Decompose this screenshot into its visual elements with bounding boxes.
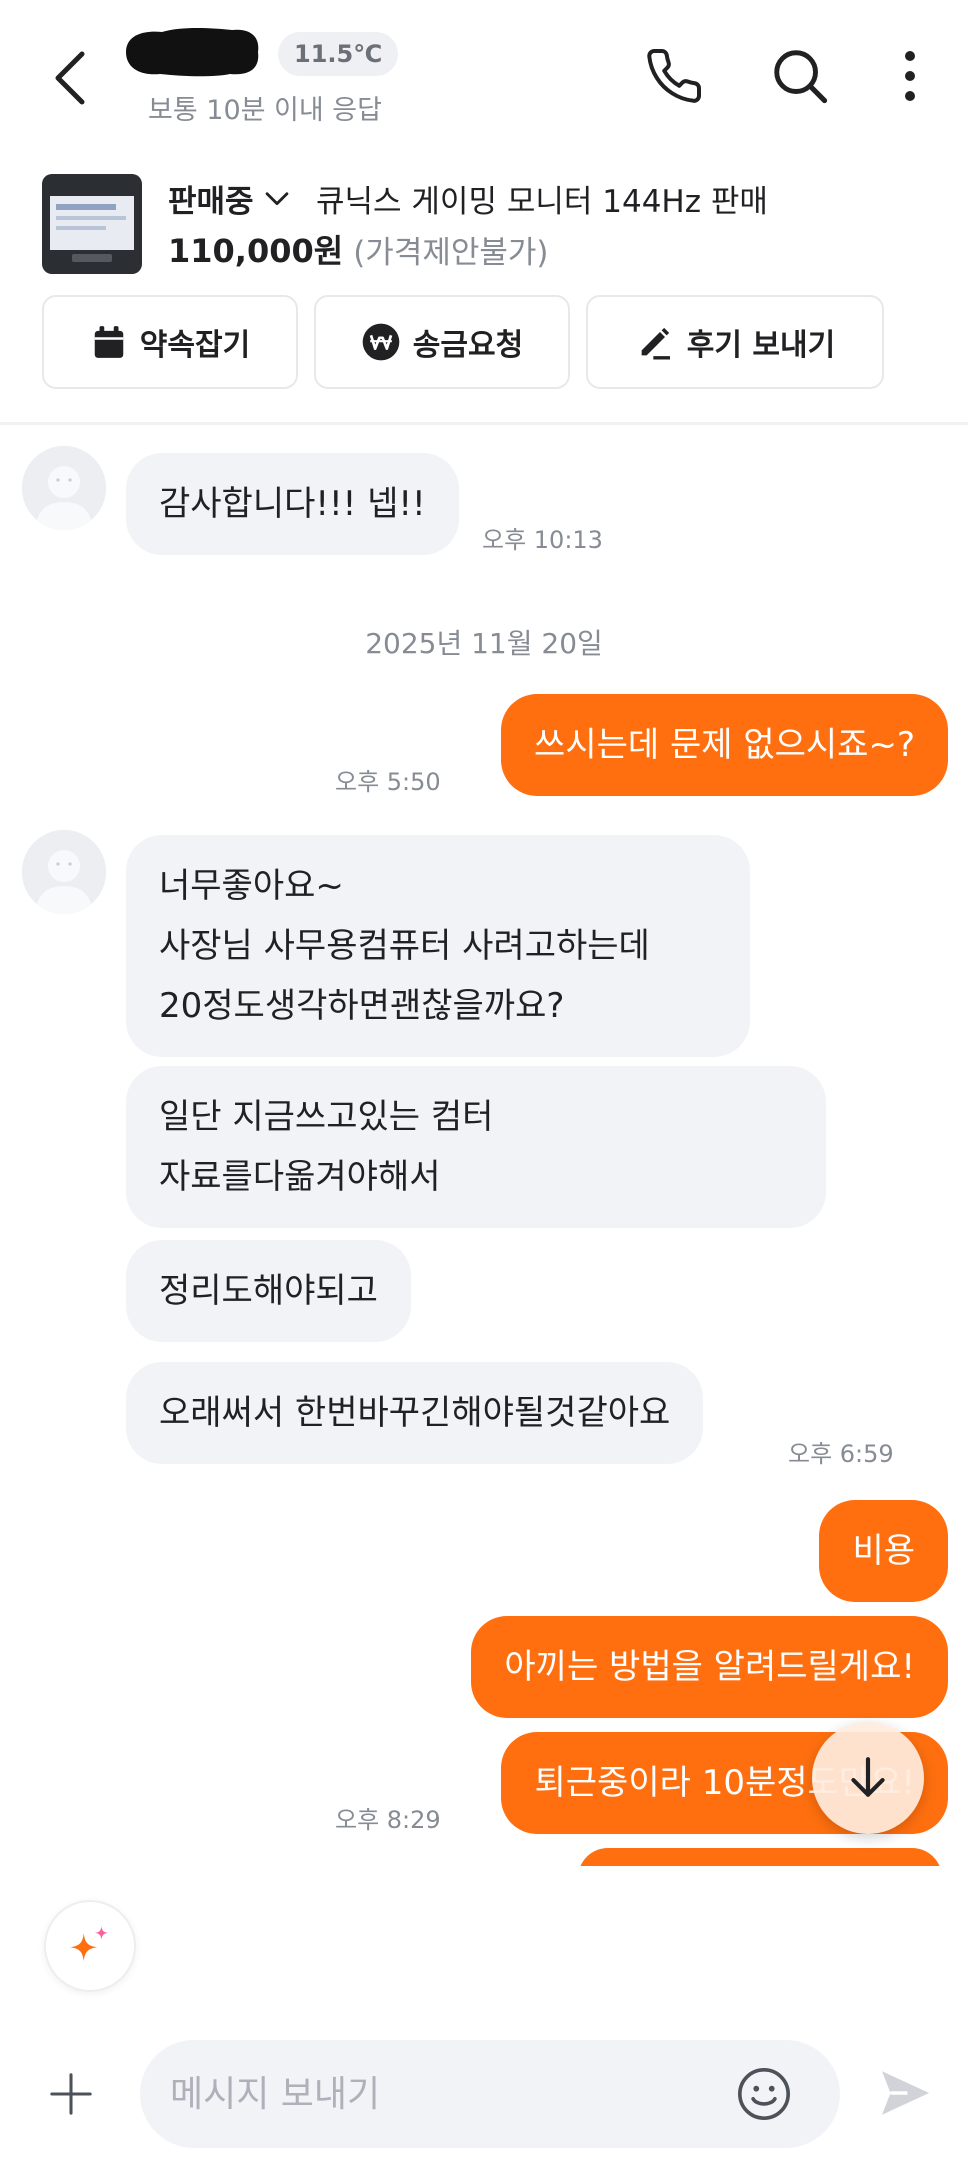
partner-avatar[interactable] xyxy=(22,446,106,530)
call-button[interactable] xyxy=(636,38,712,114)
product-thumbnail[interactable] xyxy=(42,174,142,274)
schedule-button-label: 약속잡기 xyxy=(139,328,251,363)
message-line: 일단 지금쓰고있는 컴터 xyxy=(159,1097,494,1137)
schedule-button[interactable]: 약속잡기 xyxy=(42,295,298,389)
message-bubble-outgoing[interactable]: 비용 xyxy=(819,1500,948,1602)
message-timestamp: 오후 5:50 xyxy=(335,768,441,796)
product-title[interactable]: 큐닉스 게이밍 모니터 144Hz 판매 xyxy=(316,174,768,222)
message-bubble-outgoing-partial[interactable] xyxy=(578,1848,942,1866)
arrow-down-icon xyxy=(851,1757,885,1797)
send-arrow-icon xyxy=(882,2071,930,2115)
default-profile-icon xyxy=(22,830,106,914)
message-timestamp: 오후 8:29 xyxy=(335,1806,441,1834)
scroll-to-bottom-button[interactable] xyxy=(812,1722,924,1834)
ai-assist-button[interactable] xyxy=(44,1900,136,1992)
message-bubble-incoming[interactable]: 오래써서 한번바꾸긴해야될것같아요 xyxy=(126,1362,704,1464)
message-line: 사장님 사무용컴퓨터 사려고하는데 xyxy=(159,926,650,966)
message-bubble-outgoing[interactable]: 아끼는 방법을 알려드릴게요! xyxy=(471,1616,948,1718)
emoji-button[interactable] xyxy=(734,2064,794,2124)
message-line: 20정도생각하면괜찮을까요? xyxy=(159,986,565,1026)
sale-status-dropdown[interactable]: 판매중 xyxy=(168,174,294,222)
manner-temperature-badge: 11.5℃ xyxy=(278,32,399,76)
won-coin-icon xyxy=(362,323,400,361)
send-review-label: 후기 보내기 xyxy=(686,328,836,363)
chat-message-list[interactable]: 감사합니다!!! 넵!! 오후 10:13 2025년 11월 20일 오후 5… xyxy=(0,426,968,1866)
default-profile-icon xyxy=(22,446,106,530)
message-bubble-incoming[interactable]: 너무좋아요~ 사장님 사무용컴퓨터 사려고하는데 20정도생각하면괜찮을까요? xyxy=(126,835,750,1057)
phone-icon xyxy=(647,49,702,103)
date-separator: 2025년 11월 20일 xyxy=(365,627,603,660)
more-button[interactable] xyxy=(872,38,948,114)
plus-icon xyxy=(50,2073,92,2115)
sparkle-icon xyxy=(70,1926,109,1961)
message-timestamp: 오후 6:59 xyxy=(788,1440,894,1468)
message-bubble-incoming[interactable]: 감사합니다!!! 넵!! xyxy=(126,453,459,555)
smiley-icon xyxy=(738,2068,790,2120)
remittance-request-label: 송금요청 xyxy=(412,328,524,363)
message-bubble-incoming[interactable]: 정리도해야되고 xyxy=(126,1240,411,1342)
partner-avatar[interactable] xyxy=(22,830,106,914)
header-divider xyxy=(0,422,968,425)
product-price: 110,000원 xyxy=(168,232,344,270)
message-line: 너무좋아요~ xyxy=(159,866,344,906)
message-input[interactable] xyxy=(170,2040,730,2148)
message-bubble-incoming[interactable]: 일단 지금쓰고있는 컴터 자료를다옮겨야해서 xyxy=(126,1066,826,1228)
more-vertical-icon xyxy=(905,51,915,101)
message-line: 자료를다옮겨야해서 xyxy=(159,1157,441,1197)
back-button[interactable] xyxy=(40,38,100,118)
redacted-nickname xyxy=(122,22,262,82)
message-timestamp: 오후 10:13 xyxy=(482,526,603,554)
message-input-box[interactable] xyxy=(140,2040,840,2148)
search-button[interactable] xyxy=(762,38,838,114)
response-time-info: 보통 10분 이내 응답 xyxy=(148,95,382,126)
calendar-icon xyxy=(94,326,124,358)
message-bubble-outgoing[interactable]: 쓰시는데 문제 없으시죠~? xyxy=(501,694,948,796)
send-review-button[interactable]: 후기 보내기 xyxy=(586,295,884,389)
chevron-down-icon xyxy=(265,192,288,206)
back-arrow-icon xyxy=(55,51,85,105)
price-note: (가격제안불가) xyxy=(353,234,549,271)
send-button[interactable] xyxy=(872,2060,938,2126)
remittance-request-button[interactable]: 송금요청 xyxy=(314,295,570,389)
sale-status-label: 판매중 xyxy=(168,183,254,220)
attach-button[interactable] xyxy=(36,2052,106,2136)
pencil-icon xyxy=(641,327,670,360)
search-icon xyxy=(774,50,828,104)
price-row: 110,000원 (가격제안불가) xyxy=(168,225,549,273)
